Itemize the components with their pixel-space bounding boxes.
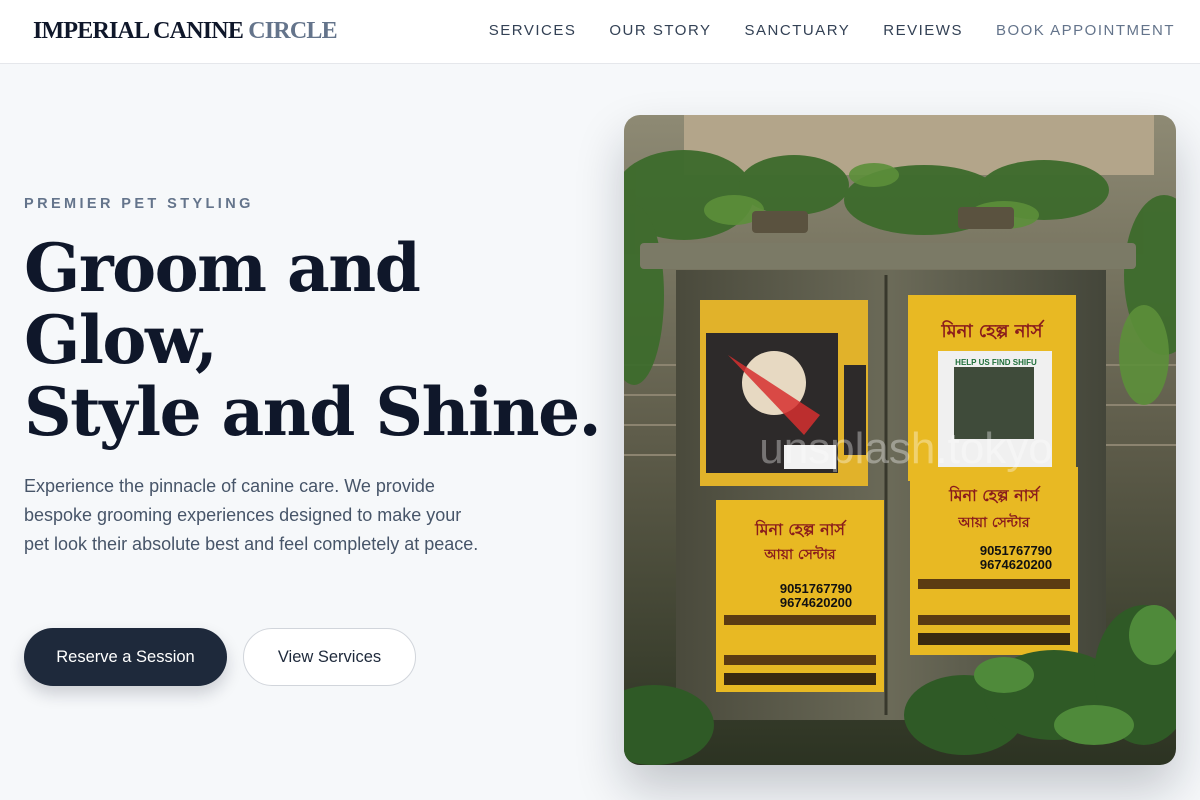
nav-link-book-appointment[interactable]: BOOK APPOINTMENT (996, 22, 1175, 39)
hero-photo: HELP US FIND SHIFU মিনা হেল্প নার্স মিনা… (624, 115, 1176, 765)
poster-title-bottom-left: মিনা হেল্প নার্স (754, 519, 847, 539)
nav-link-reviews[interactable]: REVIEWS (883, 22, 963, 39)
brand-name: IMPERIAL CANINE (33, 18, 244, 44)
poster-phone-1-bottom-right: 9051767790 (980, 543, 1052, 558)
headline-line-3: Style and Shine. (24, 373, 602, 451)
poster-subtitle-bottom-left: আয়া সেন্টার (763, 545, 837, 563)
headline-line-2: Glow, (24, 301, 218, 379)
nav-link-services[interactable]: SERVICES (489, 22, 577, 39)
hero-headline: Groom and Glow, Style and Shine. (24, 232, 604, 448)
poster-title-top-right: মিনা হেল্প নার্স (940, 319, 1045, 342)
notice-title: HELP US FIND SHIFU (955, 358, 1037, 367)
photo-watermark: unsplash.tokyo (759, 424, 1053, 473)
poster-subtitle-bottom-right: আয়া সেন্টার (957, 513, 1031, 531)
brand-logo[interactable]: IMPERIAL CANINE CIRCLE (33, 18, 338, 45)
poster-phone-2-bottom-right: 9674620200 (980, 557, 1052, 572)
reserve-session-button[interactable]: Reserve a Session (24, 628, 227, 686)
headline-line-1: Groom and (24, 229, 421, 307)
brand-name-accent: CIRCLE (248, 18, 337, 44)
nav-link-our-story[interactable]: OUR STORY (609, 22, 711, 39)
top-navigation-bar: IMPERIAL CANINE CIRCLE SERVICES OUR STOR… (0, 0, 1200, 64)
poster-title-bottom-right: মিনা হেল্প নার্স (948, 485, 1041, 505)
nav-link-sanctuary[interactable]: SANCTUARY (745, 22, 851, 39)
poster-phone-2-bottom-left: 9674620200 (780, 595, 852, 610)
main-nav: SERVICES OUR STORY SANCTUARY REVIEWS BOO… (489, 22, 1175, 39)
hero-description: Experience the pinnacle of canine care. … (24, 476, 479, 554)
hero-eyebrow: PREMIER PET STYLING (24, 196, 254, 212)
view-services-button[interactable]: View Services (243, 628, 416, 686)
poster-phone-1-bottom-left: 9051767790 (780, 581, 852, 596)
